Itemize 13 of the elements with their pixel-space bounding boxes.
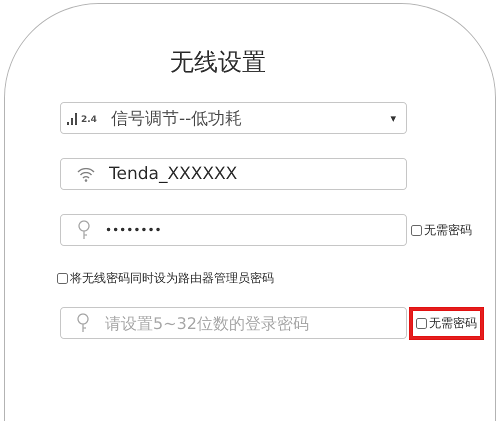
checkbox[interactable] [57, 273, 68, 284]
checkbox-label: 将无线密码同时设为路由器管理员密码 [70, 270, 274, 287]
login-password-field[interactable]: 请设置5~32位数的登录密码 [60, 307, 407, 339]
password-field[interactable]: •••••••• [60, 214, 407, 246]
checkbox-label: 无需密码 [424, 222, 472, 238]
signal-select[interactable]: 2.4 信号调节--低功耗 ▾ [60, 102, 407, 134]
wifi-icon [77, 166, 95, 182]
checkbox[interactable] [416, 318, 427, 328]
page-title: 无线设置 [170, 47, 267, 78]
key-icon [77, 220, 91, 240]
checkbox-label: 无需密码 [429, 314, 477, 332]
ssid-field[interactable]: Tenda_XXXXXX [60, 158, 407, 190]
checkbox[interactable] [411, 224, 422, 236]
